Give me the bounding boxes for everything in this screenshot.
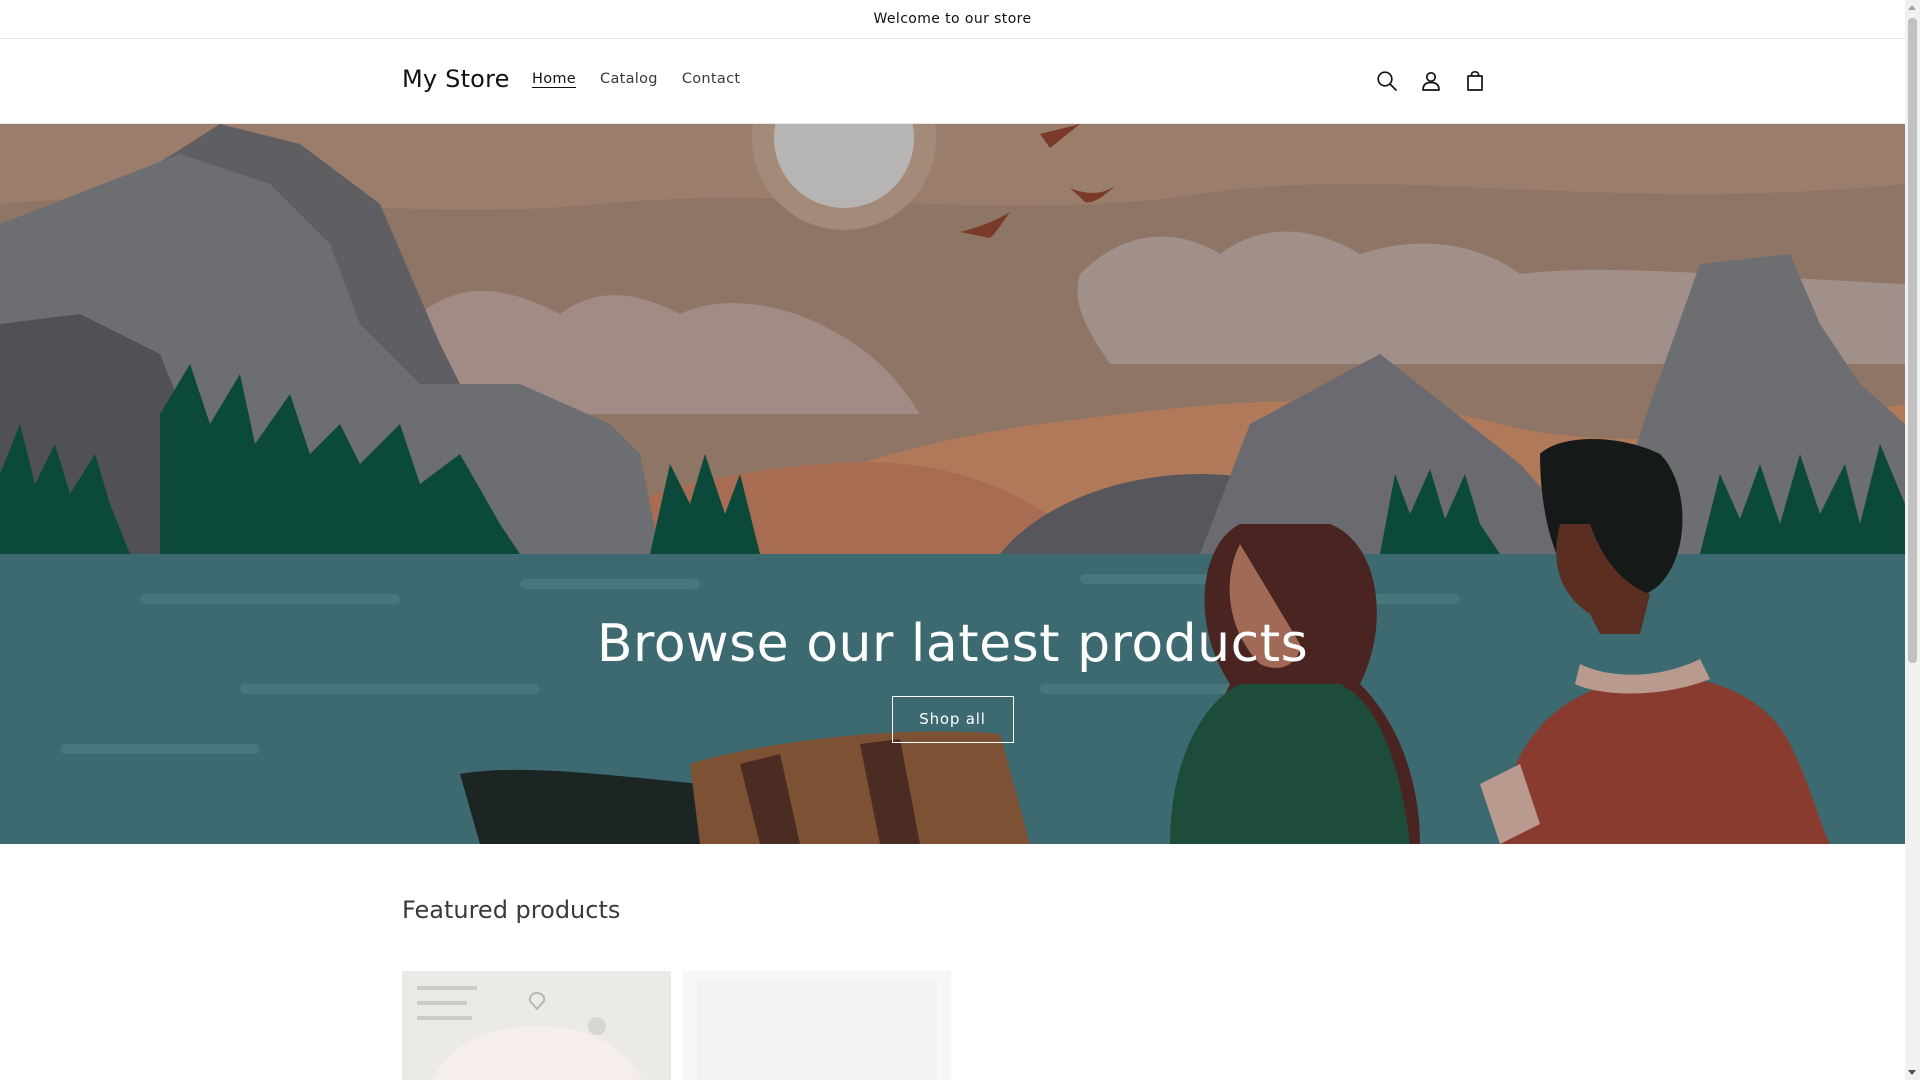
site-header: My Store Home Catalog Contact: [0, 39, 1905, 124]
page-scrollbar[interactable]: [1905, 0, 1920, 1080]
scroll-thumb[interactable]: [1908, 18, 1917, 663]
hero-title: Browse our latest products: [596, 614, 1309, 674]
product-image: [402, 971, 671, 1080]
featured-products-title: Featured products: [402, 896, 621, 924]
hero-banner: Browse our latest products Shop all: [0, 124, 1905, 844]
scroll-down-arrow-icon[interactable]: [1908, 1070, 1916, 1075]
storefront-page: Welcome to our store My Store Home Catal…: [0, 0, 1905, 1080]
nav-contact[interactable]: Contact: [670, 71, 753, 87]
nav-catalog[interactable]: Catalog: [588, 71, 670, 87]
announcement-text: Welcome to our store: [873, 11, 1032, 27]
header-icons: [1372, 66, 1490, 96]
hero-content: Browse our latest products Shop all: [0, 614, 1905, 743]
product-image: [682, 971, 951, 1080]
product-card[interactable]: [402, 971, 671, 1080]
shop-all-button[interactable]: Shop all: [891, 696, 1014, 743]
cart-icon[interactable]: [1460, 66, 1490, 96]
announcement-bar: Welcome to our store: [0, 0, 1905, 39]
store-logo[interactable]: My Store: [402, 65, 510, 93]
account-icon[interactable]: [1416, 66, 1446, 96]
main-nav: Home Catalog Contact: [520, 71, 752, 87]
scroll-up-arrow-icon[interactable]: [1908, 5, 1916, 10]
product-card[interactable]: [682, 971, 951, 1080]
search-icon[interactable]: [1372, 66, 1402, 96]
nav-home[interactable]: Home: [520, 71, 588, 87]
